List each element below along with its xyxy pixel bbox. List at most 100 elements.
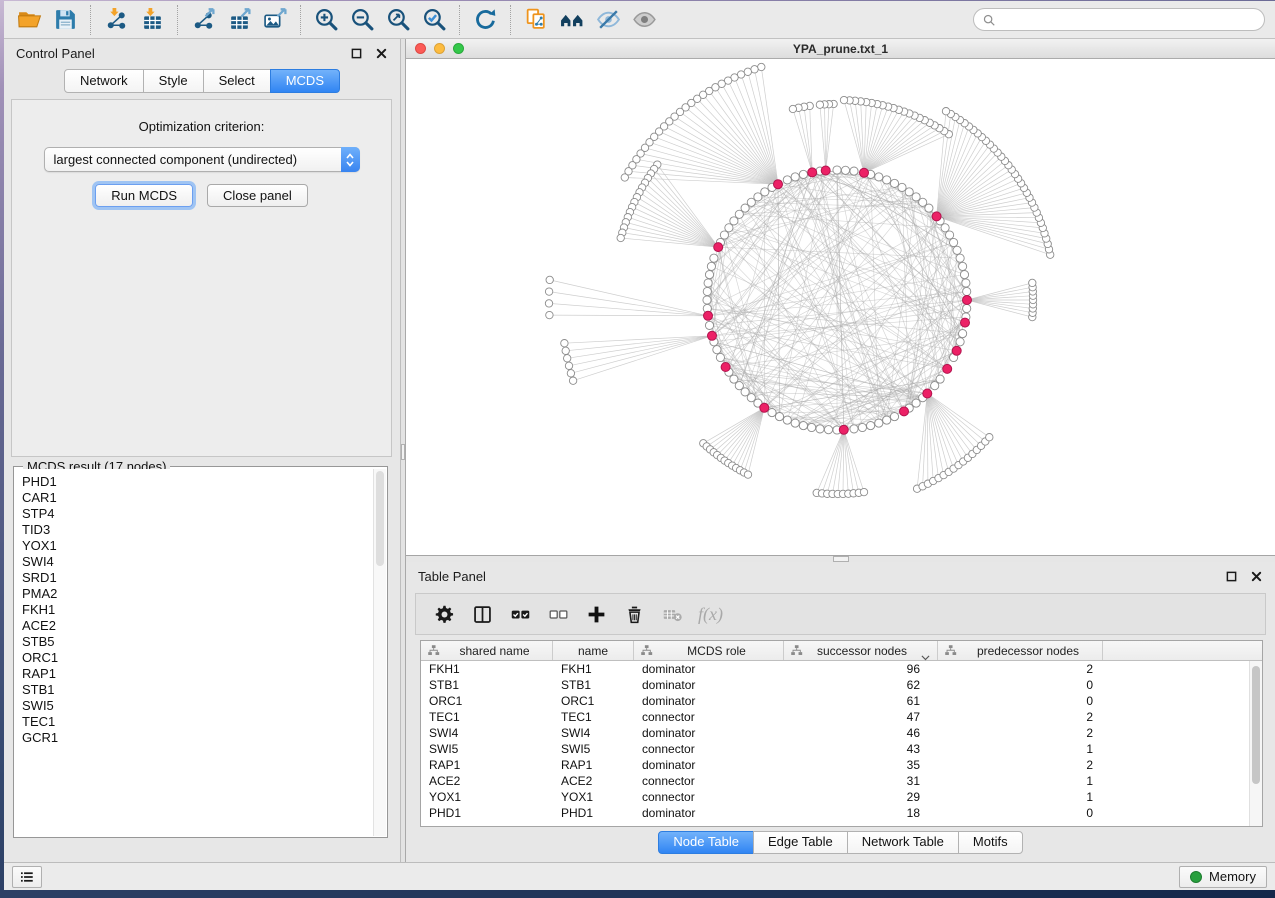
network-node[interactable] (783, 416, 791, 424)
table-row[interactable]: ORC1ORC1dominator610 (421, 693, 1262, 709)
toggle-panel-layout-button[interactable] (466, 598, 499, 630)
table-settings-button[interactable] (428, 598, 461, 630)
mcds-node[interactable] (961, 318, 970, 327)
network-node[interactable] (725, 224, 733, 232)
network-node[interactable] (704, 279, 712, 287)
network-node[interactable] (775, 413, 783, 421)
table-row[interactable]: TEC1TEC1connector472 (421, 709, 1262, 725)
import-network-from-file-button[interactable] (98, 4, 134, 36)
network-node[interactable] (824, 426, 832, 434)
network-node[interactable] (545, 300, 552, 307)
network-node[interactable] (833, 166, 841, 174)
mcds-result-item[interactable]: STB5 (22, 634, 373, 650)
network-node[interactable] (867, 422, 875, 430)
column-header-name[interactable]: name (553, 641, 634, 660)
network-node[interactable] (941, 224, 949, 232)
network-graph[interactable] (406, 59, 1273, 556)
mcds-node[interactable] (760, 403, 769, 412)
tab-mcds[interactable]: MCDS (270, 69, 340, 93)
table-scrollbar-thumb[interactable] (1252, 666, 1260, 784)
table-row[interactable]: STB1STB1dominator620 (421, 677, 1262, 693)
network-node[interactable] (898, 183, 906, 191)
table-tab-edge-table[interactable]: Edge Table (753, 831, 848, 854)
splitter-grip-horizontal[interactable] (833, 556, 849, 562)
table-row[interactable]: PHD1PHD1dominator180 (421, 805, 1262, 821)
network-node[interactable] (617, 234, 624, 241)
network-node[interactable] (925, 204, 933, 212)
network-node[interactable] (705, 321, 713, 329)
close-traffic-light[interactable] (415, 43, 426, 54)
network-node[interactable] (545, 288, 552, 295)
network-node[interactable] (959, 330, 967, 338)
mcds-result-item[interactable]: GCR1 (22, 730, 373, 746)
float-panel-button[interactable] (350, 47, 363, 60)
network-node[interactable] (931, 382, 939, 390)
table-tab-motifs[interactable]: Motifs (958, 831, 1023, 854)
network-node[interactable] (950, 238, 958, 246)
float-panel-button[interactable] (1225, 570, 1238, 583)
network-node[interactable] (710, 254, 718, 262)
mcds-node[interactable] (900, 407, 909, 416)
mcds-node[interactable] (821, 166, 830, 175)
column-header-successor-nodes[interactable]: successor nodes (784, 641, 938, 660)
network-node[interactable] (960, 271, 968, 279)
network-node[interactable] (703, 287, 711, 295)
network-node[interactable] (905, 188, 913, 196)
network-node[interactable] (912, 399, 920, 407)
splitter-grip[interactable] (401, 444, 405, 460)
table-row[interactable]: FKH1FKH1dominator962 (421, 661, 1262, 677)
network-node[interactable] (768, 409, 776, 417)
mcds-node[interactable] (774, 180, 783, 189)
network-node[interactable] (850, 167, 858, 175)
close-panel-icon-button[interactable] (375, 47, 388, 60)
mcds-result-item[interactable]: STP4 (22, 506, 373, 522)
table-scrollbar[interactable] (1249, 661, 1262, 826)
network-node[interactable] (567, 370, 574, 377)
network-node[interactable] (942, 108, 949, 115)
mcds-node[interactable] (860, 168, 869, 177)
duplicate-network-button[interactable] (518, 4, 554, 36)
close-panel-icon-button[interactable] (1250, 570, 1263, 583)
scrollbar-thumb[interactable] (376, 471, 384, 566)
network-node[interactable] (791, 419, 799, 427)
mcds-result-item[interactable]: FKH1 (22, 602, 373, 618)
table-row[interactable]: RAP1RAP1dominator352 (421, 757, 1262, 773)
network-node[interactable] (703, 296, 711, 304)
tab-select[interactable]: Select (203, 69, 271, 93)
mcds-result-item[interactable]: SWI4 (22, 554, 373, 570)
memory-button[interactable]: Memory (1179, 866, 1267, 888)
table-tab-network-table[interactable]: Network Table (847, 831, 959, 854)
network-node[interactable] (841, 166, 849, 174)
mcds-result-item[interactable]: TEC1 (22, 714, 373, 730)
network-node[interactable] (744, 471, 751, 478)
table-tab-node-table[interactable]: Node Table (658, 831, 754, 854)
table-row[interactable]: ACE2ACE2connector311 (421, 773, 1262, 789)
network-node[interactable] (963, 287, 971, 295)
network-node[interactable] (875, 173, 883, 181)
network-node[interactable] (946, 231, 954, 239)
first-neighbors-button[interactable] (554, 4, 590, 36)
network-node[interactable] (799, 422, 807, 430)
tab-style[interactable]: Style (143, 69, 204, 93)
network-node[interactable] (789, 105, 796, 112)
mcds-result-item[interactable]: SWI5 (22, 698, 373, 714)
mcds-result-list[interactable]: PHD1CAR1STP4TID3YOX1SWI4SRD1PMA2FKH1ACE2… (15, 469, 373, 836)
network-node[interactable] (713, 346, 721, 354)
network-node[interactable] (705, 271, 713, 279)
network-node[interactable] (716, 353, 724, 361)
network-node[interactable] (816, 101, 823, 108)
mcds-node[interactable] (923, 389, 932, 398)
export-image-button[interactable] (257, 4, 293, 36)
network-node[interactable] (562, 347, 569, 354)
mcds-node[interactable] (943, 364, 952, 373)
zoom-traffic-light[interactable] (453, 43, 464, 54)
result-list-scrollbar[interactable] (373, 469, 386, 836)
network-node[interactable] (561, 340, 568, 347)
mcds-result-item[interactable]: PHD1 (22, 474, 373, 490)
run-mcds-button[interactable]: Run MCDS (95, 184, 193, 207)
network-node[interactable] (963, 304, 971, 312)
mcds-result-item[interactable]: TID3 (22, 522, 373, 538)
add-column-button[interactable] (580, 598, 613, 630)
network-node[interactable] (883, 416, 891, 424)
minimize-traffic-light[interactable] (434, 43, 445, 54)
